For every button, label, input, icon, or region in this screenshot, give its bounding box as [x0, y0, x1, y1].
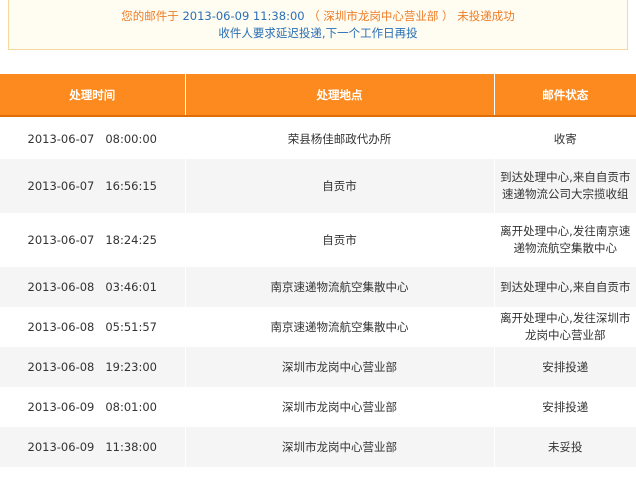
- row-status: 安排投递: [493, 387, 636, 427]
- row-status: 离开处理中心,发往深圳市龙岗中心营业部: [493, 307, 636, 347]
- table-row: 2013-06-08 19:23:00 深圳市龙岗中心营业部 安排投递: [0, 347, 636, 387]
- notice-prefix: 您的邮件于: [121, 9, 179, 23]
- row-status: 到达处理中心,来自自贡市: [493, 267, 636, 307]
- table-row: 2013-06-08 03:46:01 南京速递物流航空集散中心 到达处理中心,…: [0, 267, 636, 307]
- tracking-table: 处理时间 处理地点 邮件状态 2013-06-07 08:00:00 荣县杨佳邮…: [0, 74, 636, 467]
- row-place: 深圳市龙岗中心营业部: [184, 387, 494, 427]
- notice-reason: 收件人要求延迟投递,下一个工作日再投: [218, 26, 418, 40]
- header-process-place: 处理地点: [184, 74, 494, 117]
- table-row: 2013-06-07 18:24:25 自贡市 离开处理中心,发往南京速递物流航…: [0, 213, 636, 267]
- tracking-header-row: 处理时间 处理地点 邮件状态: [0, 74, 636, 117]
- table-row: 2013-06-07 08:00:00 荣县杨佳邮政代办所 收寄: [0, 119, 636, 159]
- row-status: 到达处理中心,来自自贡市速递物流公司大宗揽收组: [493, 159, 636, 213]
- header-process-time: 处理时间: [0, 74, 185, 117]
- row-time: 2013-06-07 08:00:00: [0, 119, 185, 159]
- row-place: 自贡市: [184, 159, 494, 213]
- header-mail-status: 邮件状态: [493, 74, 636, 117]
- notice-status-line: 您的邮件于 2013-06-09 11:38:00 （ 深圳市龙岗中心营业部 ）…: [9, 8, 627, 24]
- notice-suffix: 未投递成功: [457, 9, 515, 23]
- row-place: 深圳市龙岗中心营业部: [184, 427, 494, 467]
- notice-time: 2013-06-09 11:38:00: [182, 9, 305, 23]
- row-time: 2013-06-08 19:23:00: [0, 347, 185, 387]
- row-time: 2013-06-09 08:01:00: [0, 387, 185, 427]
- row-place: 荣县杨佳邮政代办所: [184, 119, 494, 159]
- table-row: 2013-06-07 16:56:15 自贡市 到达处理中心,来自自贡市速递物流…: [0, 159, 636, 213]
- row-status: 安排投递: [493, 347, 636, 387]
- table-row: 2013-06-09 11:38:00 深圳市龙岗中心营业部 未妥投: [0, 427, 636, 467]
- row-place: 南京速递物流航空集散中心: [184, 267, 494, 307]
- row-time: 2013-06-07 16:56:15: [0, 159, 185, 213]
- row-status: 离开处理中心,发往南京速递物流航空集散中心: [493, 213, 636, 267]
- row-status: 未妥投: [493, 427, 636, 467]
- notice-place: （ 深圳市龙岗中心营业部 ）: [308, 9, 454, 23]
- row-place: 深圳市龙岗中心营业部: [184, 347, 494, 387]
- table-row: 2013-06-09 08:01:00 深圳市龙岗中心营业部 安排投递: [0, 387, 636, 427]
- row-place: 自贡市: [184, 213, 494, 267]
- row-time: 2013-06-07 18:24:25: [0, 213, 185, 267]
- row-time: 2013-06-08 03:46:01: [0, 267, 185, 307]
- delivery-notice-box: 您的邮件于 2013-06-09 11:38:00 （ 深圳市龙岗中心营业部 ）…: [8, 0, 628, 50]
- row-place: 南京速递物流航空集散中心: [184, 307, 494, 347]
- row-status: 收寄: [493, 119, 636, 159]
- row-time: 2013-06-08 05:51:57: [0, 307, 185, 347]
- table-row: 2013-06-08 05:51:57 南京速递物流航空集散中心 离开处理中心,…: [0, 307, 636, 347]
- row-time: 2013-06-09 11:38:00: [0, 427, 185, 467]
